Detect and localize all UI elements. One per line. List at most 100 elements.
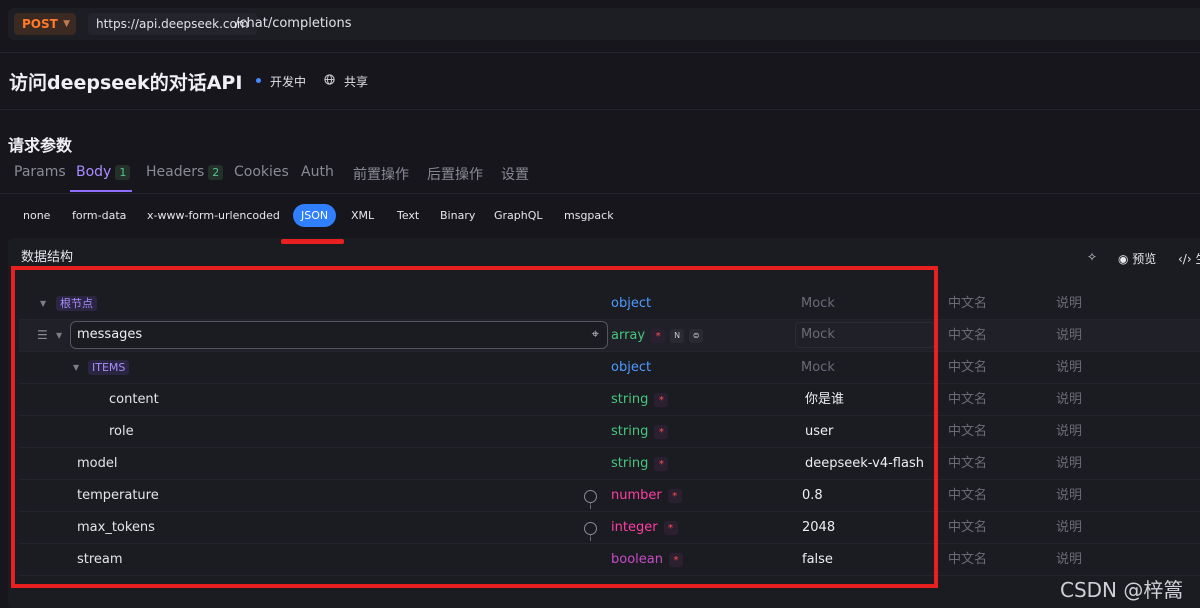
- tab-body[interactable]: Body 1: [76, 164, 131, 180]
- field-name: ITEMS: [88, 360, 130, 375]
- tab-params[interactable]: Params: [14, 164, 66, 180]
- table-row[interactable]: role string * user 中文名 说明: [19, 416, 1200, 448]
- desc-input[interactable]: 说明: [1056, 448, 1082, 479]
- table-row[interactable]: model string * deepseek-v4-flash 中文名 说明: [19, 448, 1200, 480]
- table-row[interactable]: ▼ 根节点 object Mock 中文名 说明: [19, 288, 1200, 320]
- desc-input[interactable]: 说明: [1056, 480, 1082, 511]
- table-row[interactable]: ▼ ITEMS object Mock 中文名 说明: [19, 352, 1200, 384]
- tab-pre-operations[interactable]: 前置操作: [353, 164, 409, 184]
- field-type[interactable]: string: [611, 424, 648, 439]
- table-row[interactable]: max_tokens i integer * 2048 中文名 说明: [19, 512, 1200, 544]
- code-icon: ‹/›: [1178, 252, 1196, 266]
- table-row[interactable]: stream boolean * false 中文名 说明: [19, 544, 1200, 576]
- required-icon[interactable]: *: [667, 488, 682, 503]
- desc-input[interactable]: 说明: [1056, 288, 1082, 319]
- table-row[interactable]: ☰ ▼ messages ⌖ array * N ⊜ Mock 中文名 说明: [19, 320, 1200, 352]
- cn-name-input[interactable]: 中文名: [948, 416, 987, 447]
- mock-input[interactable]: Mock: [795, 322, 935, 348]
- field-type[interactable]: boolean: [611, 552, 663, 567]
- pick-icon[interactable]: ⌖: [592, 322, 599, 348]
- mock-input[interactable]: user: [805, 416, 833, 447]
- desc-input[interactable]: 说明: [1056, 384, 1082, 415]
- caret-down-icon[interactable]: ▼: [40, 288, 46, 319]
- field-type[interactable]: object: [611, 288, 651, 319]
- tab-settings[interactable]: 设置: [501, 164, 529, 184]
- cn-name-input[interactable]: 中文名: [948, 288, 987, 319]
- tab-post-operations[interactable]: 后置操作: [427, 164, 483, 184]
- field-name[interactable]: role: [109, 416, 134, 447]
- body-type-msgpack[interactable]: msgpack: [564, 204, 614, 227]
- mock-input[interactable]: Mock: [801, 352, 835, 383]
- body-type-graphql[interactable]: GraphQL: [494, 204, 543, 227]
- caret-down-icon[interactable]: ▼: [56, 320, 62, 351]
- mock-input[interactable]: 你是谁: [805, 384, 844, 415]
- mock-input[interactable]: false: [802, 544, 833, 575]
- field-name[interactable]: max_tokens: [77, 512, 155, 543]
- field-type[interactable]: array: [611, 328, 645, 343]
- body-type-text[interactable]: Text: [397, 204, 419, 227]
- status-label[interactable]: 开发中: [270, 73, 306, 90]
- info-circle-icon[interactable]: i: [584, 522, 597, 543]
- share-button[interactable]: 共享: [344, 73, 368, 90]
- page-title[interactable]: 访问deepseek的对话API: [9, 68, 242, 95]
- required-icon[interactable]: *: [663, 520, 678, 535]
- tab-cookies[interactable]: Cookies: [234, 164, 289, 180]
- cn-name-input[interactable]: 中文名: [948, 384, 987, 415]
- required-icon[interactable]: *: [654, 424, 669, 439]
- field-name-input[interactable]: messages ⌖: [70, 321, 608, 349]
- body-type-xml[interactable]: XML: [351, 204, 374, 227]
- info-circle-icon[interactable]: i: [584, 490, 597, 511]
- mock-input[interactable]: Mock: [801, 288, 835, 319]
- mock-input[interactable]: 2048: [802, 512, 835, 543]
- table-row[interactable]: temperature i number * 0.8 中文名 说明: [19, 480, 1200, 512]
- tab-auth[interactable]: Auth: [301, 164, 334, 180]
- field-name[interactable]: content: [109, 384, 159, 415]
- body-type-json[interactable]: JSON: [293, 204, 337, 227]
- cn-name-input[interactable]: 中文名: [948, 544, 987, 575]
- desc-input[interactable]: 说明: [1056, 320, 1082, 351]
- desc-input[interactable]: 说明: [1056, 352, 1082, 383]
- field-name[interactable]: model: [77, 448, 117, 479]
- host-chip[interactable]: https://api.deepseek.com: [88, 13, 257, 35]
- field-type[interactable]: string: [611, 392, 648, 407]
- field-type[interactable]: number: [611, 488, 662, 503]
- chevron-down-icon: ▼: [63, 19, 70, 29]
- cn-name-input[interactable]: 中文名: [948, 480, 987, 511]
- count-badge: 2: [208, 165, 224, 180]
- body-type-form-data[interactable]: form-data: [72, 204, 126, 227]
- tab-headers[interactable]: Headers 2: [146, 164, 224, 180]
- generate-button[interactable]: ‹/› 生: [1178, 250, 1200, 267]
- field-name[interactable]: stream: [77, 544, 123, 575]
- table-row[interactable]: content string * 你是谁 中文名 说明: [19, 384, 1200, 416]
- cn-name-input[interactable]: 中文名: [948, 320, 987, 351]
- count-badge: 1: [115, 165, 131, 180]
- mock-input[interactable]: 0.8: [802, 480, 823, 511]
- field-type[interactable]: integer: [611, 520, 658, 535]
- drag-handle-icon[interactable]: ☰: [37, 320, 48, 351]
- desc-input[interactable]: 说明: [1056, 544, 1082, 575]
- method-select[interactable]: POST ▼: [14, 13, 76, 35]
- field-type[interactable]: object: [611, 352, 651, 383]
- cn-name-input[interactable]: 中文名: [948, 512, 987, 543]
- body-type-none[interactable]: none: [23, 204, 50, 227]
- settings-toggle-icon[interactable]: ⊜: [689, 328, 704, 343]
- required-icon[interactable]: *: [654, 392, 669, 407]
- path-input[interactable]: /chat/completions: [235, 8, 352, 40]
- required-icon[interactable]: *: [668, 552, 683, 567]
- body-type-binary[interactable]: Binary: [440, 204, 475, 227]
- preview-button[interactable]: ◉ 预览: [1118, 250, 1156, 267]
- required-icon[interactable]: *: [654, 456, 669, 471]
- body-type-urlencoded[interactable]: x-www-form-urlencoded: [147, 204, 280, 227]
- field-type[interactable]: string: [611, 456, 648, 471]
- cn-name-input[interactable]: 中文名: [948, 352, 987, 383]
- caret-down-icon[interactable]: ▼: [73, 352, 79, 383]
- mock-input[interactable]: deepseek-v4-flash: [805, 448, 924, 479]
- field-name: 根节点: [56, 296, 97, 311]
- null-toggle-icon[interactable]: N: [670, 328, 685, 343]
- cn-name-input[interactable]: 中文名: [948, 448, 987, 479]
- desc-input[interactable]: 说明: [1056, 512, 1082, 543]
- desc-input[interactable]: 说明: [1056, 416, 1082, 447]
- magic-wand-icon[interactable]: ✧: [1087, 250, 1097, 264]
- field-name[interactable]: temperature: [77, 480, 159, 511]
- required-icon[interactable]: *: [651, 328, 666, 343]
